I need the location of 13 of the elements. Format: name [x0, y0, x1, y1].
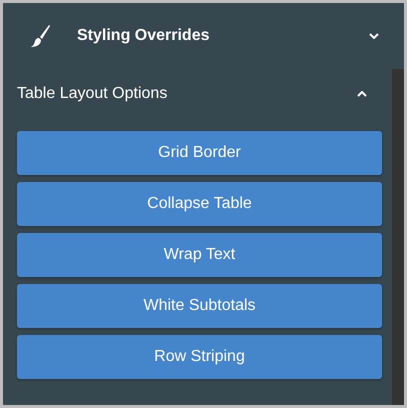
option-button[interactable]: Collapse Table — [17, 182, 382, 226]
panel-title: Styling Overrides — [77, 27, 210, 45]
scrollbar[interactable] — [392, 69, 404, 405]
chevron-icon — [357, 91, 367, 97]
option-button[interactable]: Row Striping — [17, 335, 382, 379]
option-button[interactable]: White Subtotals — [17, 284, 382, 328]
section-header[interactable]: Table Layout Options — [17, 69, 382, 119]
chevron-icon — [369, 33, 379, 39]
section-title: Table Layout Options — [17, 85, 168, 103]
option-button[interactable]: Wrap Text — [17, 233, 382, 277]
panel-header[interactable]: Styling Overrides — [3, 3, 404, 69]
paintbrush-icon — [31, 25, 51, 47]
option-button[interactable]: Grid Border — [17, 131, 382, 175]
